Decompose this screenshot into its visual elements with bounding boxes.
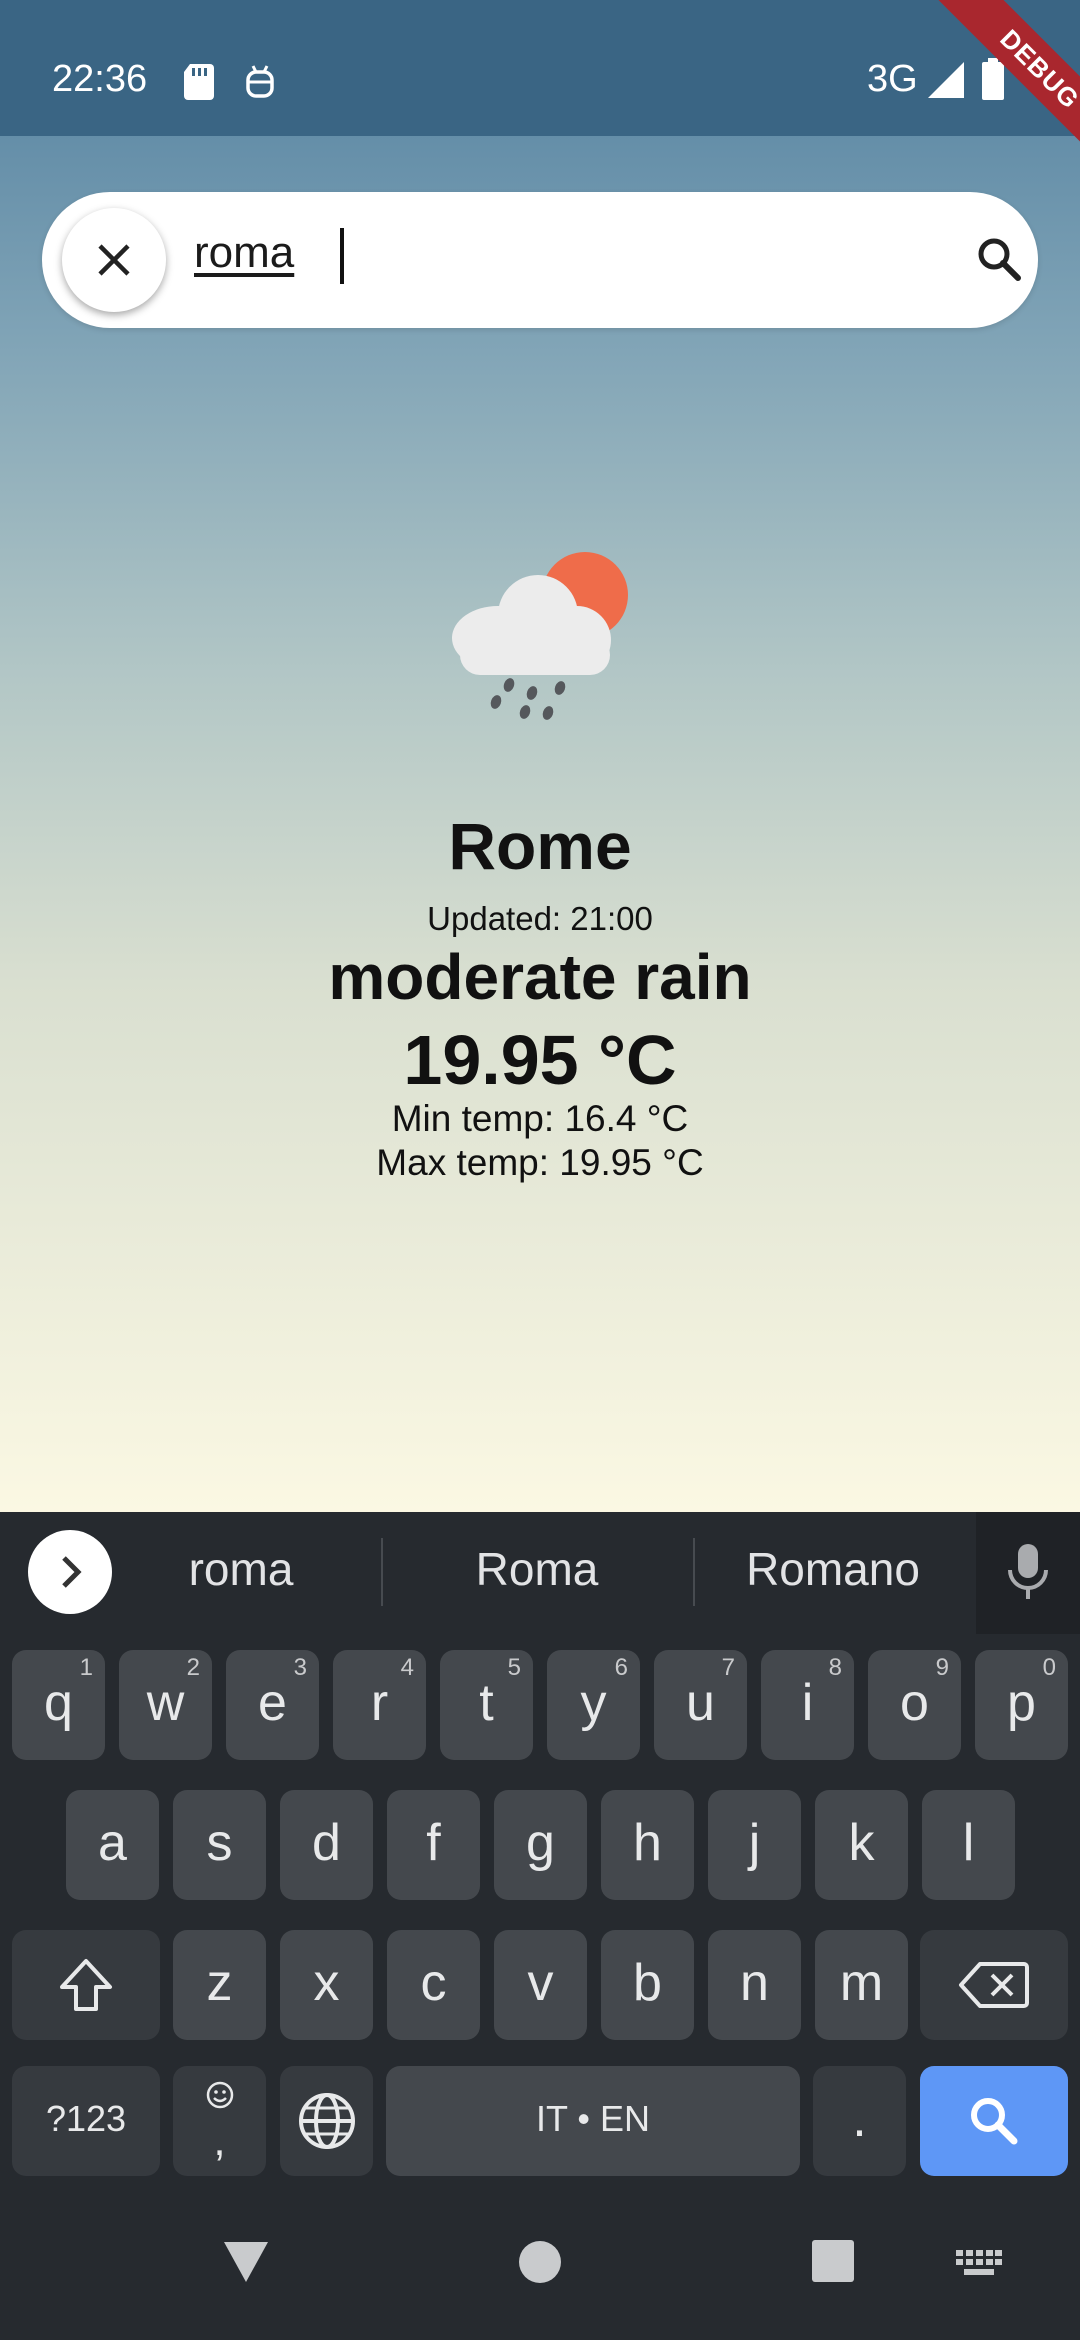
battery-icon: [982, 58, 1004, 100]
space-key[interactable]: IT • EN: [386, 2066, 800, 2176]
microphone-icon: [1008, 1544, 1048, 1599]
key-w[interactable]: w2: [119, 1650, 212, 1760]
network-type: 3G: [867, 58, 918, 100]
rain-cloud-sun-icon: [452, 552, 628, 720]
current-temperature: 19.95 °C: [403, 1021, 677, 1099]
key-y[interactable]: y6: [547, 1650, 640, 1760]
period-key[interactable]: .: [813, 2066, 906, 2176]
updated-time: Updated: 21:00: [427, 900, 653, 937]
weather-app: 22:36 3G DEBUG roma Rome Updated: 21:00 …: [0, 0, 1080, 1512]
sd-card-icon: [184, 64, 214, 100]
key-p[interactable]: p0: [975, 1650, 1068, 1760]
key-z[interactable]: z: [173, 1930, 266, 2040]
key-k[interactable]: k: [815, 1790, 908, 1900]
key-t[interactable]: t5: [440, 1650, 533, 1760]
key-r[interactable]: r4: [333, 1650, 426, 1760]
back-icon[interactable]: [222, 2240, 270, 2284]
signal-icon: [928, 62, 964, 98]
key-o[interactable]: o9: [868, 1650, 961, 1760]
backspace-key[interactable]: [920, 1930, 1068, 2040]
android-debug-icon: [246, 65, 274, 98]
key-l[interactable]: l: [922, 1790, 1015, 1900]
suggestion-1[interactable]: roma: [96, 1542, 386, 1596]
comma-key[interactable]: ,: [173, 2066, 266, 2176]
symbols-key[interactable]: ?123: [12, 2066, 160, 2176]
key-m[interactable]: m: [815, 1930, 908, 2040]
status-time: 22:36: [52, 58, 148, 100]
search-bar[interactable]: roma: [42, 192, 1038, 328]
text-caret: [340, 228, 344, 284]
key-c[interactable]: c: [387, 1930, 480, 2040]
search-input[interactable]: roma: [194, 228, 294, 278]
close-icon: [98, 244, 130, 276]
shift-key[interactable]: [12, 1930, 160, 2040]
key-g[interactable]: g: [494, 1790, 587, 1900]
max-temperature: Max temp: 19.95 °C: [376, 1142, 704, 1183]
chevron-right-icon: [62, 1556, 82, 1588]
clear-search-button[interactable]: [62, 208, 166, 312]
key-n[interactable]: n: [708, 1930, 801, 2040]
status-bar: 22:36 3G DEBUG: [0, 0, 1080, 192]
search-action-key[interactable]: [920, 2066, 1068, 2176]
key-b[interactable]: b: [601, 1930, 694, 2040]
search-icon[interactable]: [972, 232, 1028, 288]
soft-keyboard: roma Roma Romano q1 w2 e3 r4 t5 y6 u7 i8…: [0, 1512, 1080, 2184]
key-e[interactable]: e3: [226, 1650, 319, 1760]
key-h[interactable]: h: [601, 1790, 694, 1900]
key-j[interactable]: j: [708, 1790, 801, 1900]
backspace-icon: [959, 1962, 1029, 2008]
shift-icon: [60, 1959, 112, 2011]
key-x[interactable]: x: [280, 1930, 373, 2040]
key-v[interactable]: v: [494, 1930, 587, 2040]
keyboard-switch-icon[interactable]: [956, 2250, 1002, 2278]
suggestion-2[interactable]: Roma: [392, 1542, 682, 1596]
recents-icon[interactable]: [812, 2240, 854, 2282]
key-d[interactable]: d: [280, 1790, 373, 1900]
key-f[interactable]: f: [387, 1790, 480, 1900]
key-a[interactable]: a: [66, 1790, 159, 1900]
key-u[interactable]: u7: [654, 1650, 747, 1760]
city-name: Rome: [448, 809, 632, 883]
home-icon[interactable]: [518, 2240, 562, 2284]
key-q[interactable]: q1: [12, 1650, 105, 1760]
voice-input-button[interactable]: [976, 1512, 1080, 1634]
key-i[interactable]: i8: [761, 1650, 854, 1760]
navigation-bar: [0, 2184, 1080, 2340]
key-s[interactable]: s: [173, 1790, 266, 1900]
suggestion-divider: [381, 1538, 383, 1606]
search-icon: [971, 2098, 1018, 2145]
suggestion-3[interactable]: Romano: [688, 1542, 978, 1596]
min-temperature: Min temp: 16.4 °C: [391, 1098, 689, 1139]
language-key[interactable]: [280, 2066, 373, 2176]
globe-icon: [299, 2093, 355, 2149]
weather-description: moderate rain: [328, 941, 752, 1013]
